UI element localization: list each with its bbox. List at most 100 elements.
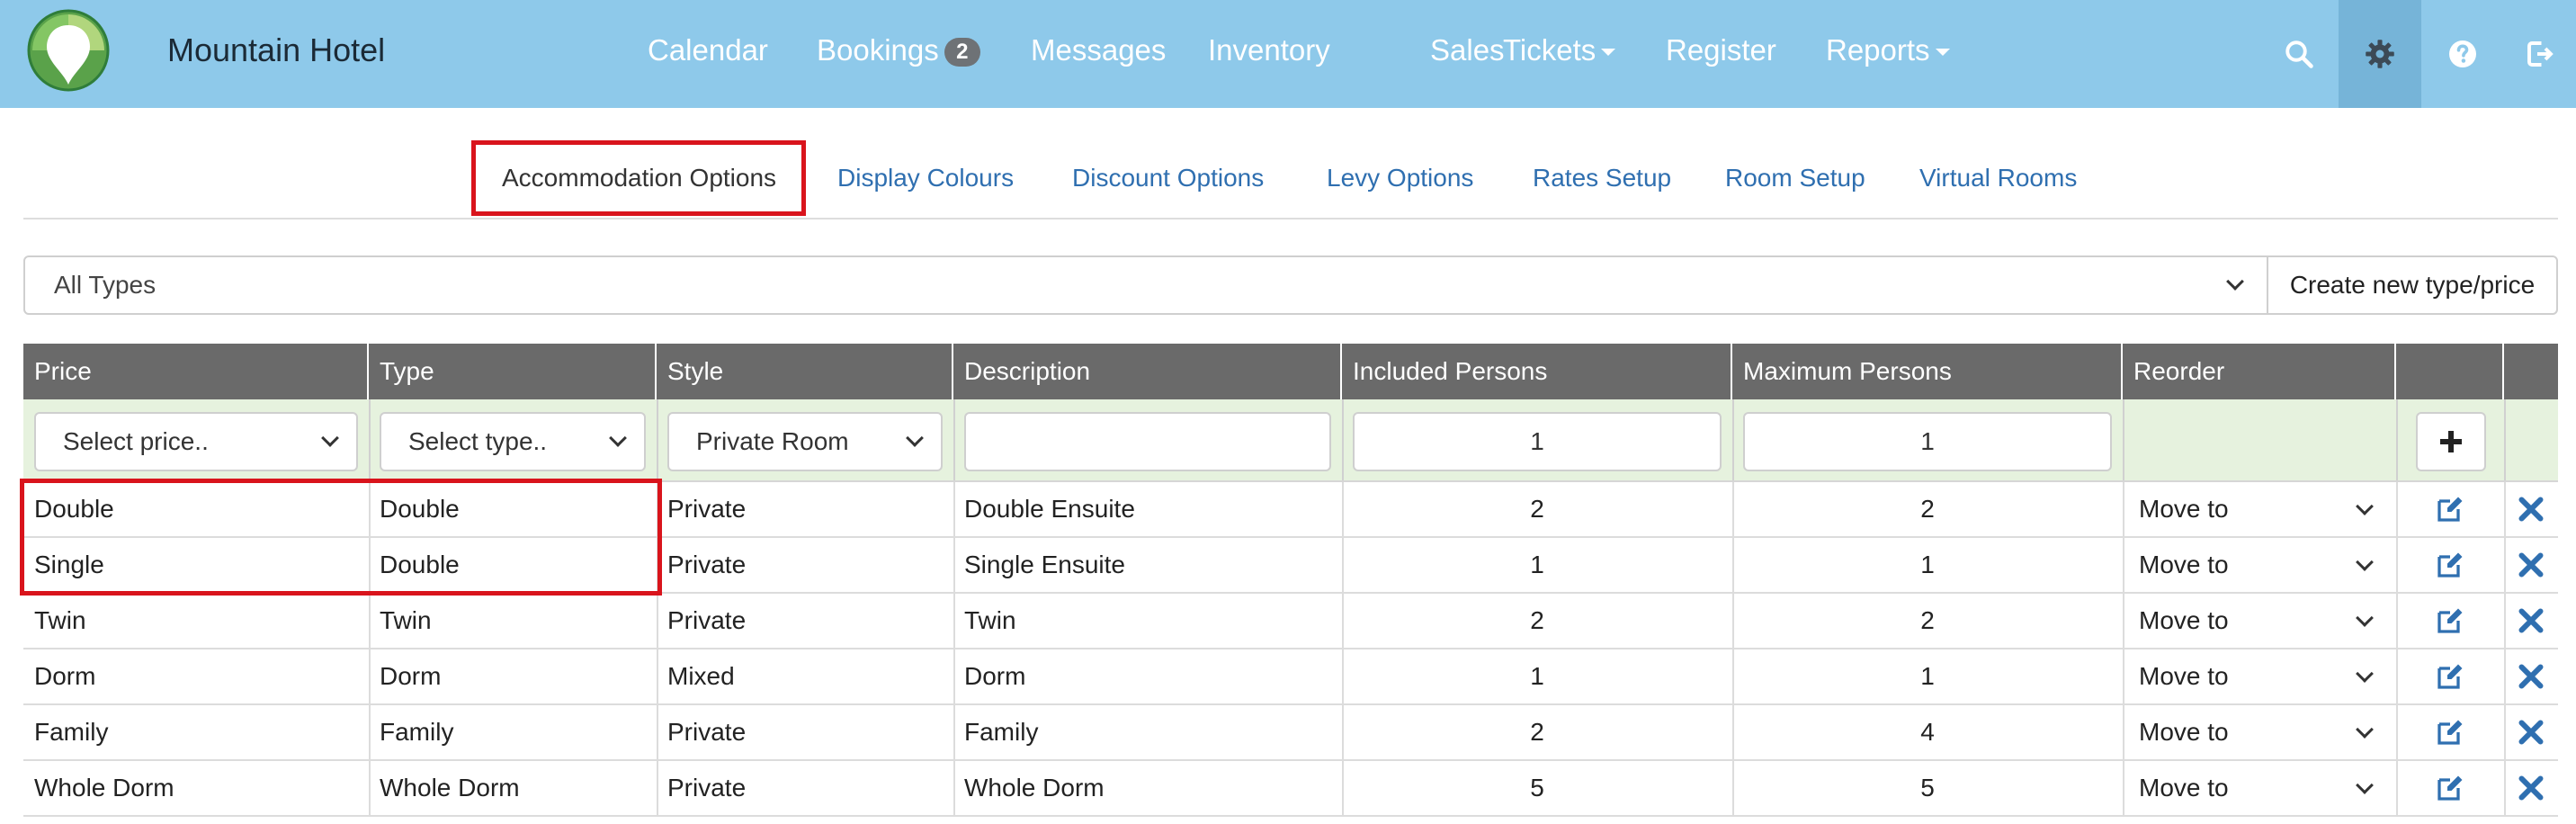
nav-inventory[interactable]: Inventory (1208, 27, 1330, 74)
plus-icon (2440, 431, 2462, 452)
cell-style: Private (667, 606, 747, 634)
included-persons-input[interactable]: 1 (1353, 412, 1722, 471)
maximum-persons-input[interactable]: 1 (1743, 412, 2112, 471)
logout-icon (2527, 41, 2554, 67)
nav-calendar[interactable]: Calendar (648, 27, 768, 74)
reorder-select[interactable]: Move to (2123, 482, 2396, 536)
delete-icon[interactable] (2515, 549, 2547, 581)
cell-included-persons: 1 (1530, 662, 1544, 690)
reorder-select[interactable]: Move to (2123, 594, 2396, 648)
settings-subtabs: Accommodation Options Display Colours Di… (23, 139, 2558, 219)
table-row: Family Family Private Family 2 4 Move to (23, 705, 2558, 761)
cell-included-persons: 2 (1530, 718, 1544, 746)
nav-messages[interactable]: Messages (1031, 27, 1166, 74)
cell-style: Private (667, 495, 747, 523)
cell-price: Double (34, 495, 114, 523)
brand-name[interactable]: Mountain Hotel (167, 31, 385, 70)
chevron-down-icon (2356, 776, 2374, 794)
edit-icon[interactable] (2434, 660, 2466, 693)
logout-button[interactable] (2504, 0, 2576, 108)
col-header-delete (2504, 344, 2558, 399)
settings-button[interactable] (2339, 0, 2421, 108)
gear-icon (2366, 40, 2394, 68)
table-row: Twin Twin Private Twin 2 2 Move to (23, 594, 2558, 649)
delete-icon[interactable] (2515, 493, 2547, 525)
table-row: Double Double Private Double Ensuite 2 2 Move … (23, 482, 2558, 538)
table-row: Single Double Private Single Ensuite 1 1 Move … (23, 538, 2558, 594)
type-select[interactable]: Select type.. (380, 412, 646, 471)
chevron-down-icon (2226, 273, 2244, 291)
table-row: Whole Dorm Whole Dorm Private Whole Dorm 5 5 M… (23, 761, 2558, 817)
help-button[interactable] (2421, 0, 2504, 108)
reorder-select[interactable]: Move to (2123, 761, 2396, 815)
tab-room-setup[interactable]: Room Setup (1725, 139, 1865, 218)
reorder-select[interactable]: Move to (2123, 538, 2396, 592)
reorder-select-value: Move to (2139, 774, 2229, 802)
edit-icon[interactable] (2434, 716, 2466, 748)
tab-levy-options[interactable]: Levy Options (1327, 139, 1473, 218)
nav-tickets[interactable]: Tickets (1503, 27, 1616, 74)
tab-rates-setup[interactable]: Rates Setup (1533, 139, 1671, 218)
nav-register[interactable]: Register (1666, 27, 1776, 74)
nav-sales[interactable]: Sales (1430, 27, 1505, 74)
style-select[interactable]: Private Room (667, 412, 943, 471)
cell-maximum-persons: 5 (1920, 774, 1935, 802)
chevron-down-icon (2356, 609, 2374, 627)
delete-icon[interactable] (2515, 716, 2547, 748)
chevron-down-icon (2356, 721, 2374, 739)
tab-accommodation-options[interactable]: Accommodation Options (502, 139, 776, 218)
help-icon (2449, 40, 2476, 67)
col-header-edit (2396, 344, 2504, 399)
nav-reports[interactable]: Reports (1826, 27, 1950, 74)
type-select-placeholder: Select type.. (408, 427, 548, 455)
col-header-maximum-persons: Maximum Persons (1732, 344, 2123, 399)
nav-tickets-label: Tickets (1503, 33, 1597, 67)
delete-icon[interactable] (2515, 772, 2547, 804)
edit-icon[interactable] (2434, 493, 2466, 525)
chevron-down-icon (2356, 553, 2374, 571)
cell-maximum-persons: 1 (1920, 662, 1935, 690)
delete-icon[interactable] (2515, 660, 2547, 693)
style-select-value: Private Room (696, 427, 849, 455)
cell-type: Family (380, 718, 454, 746)
cell-style: Mixed (667, 662, 735, 690)
edit-icon[interactable] (2434, 605, 2466, 637)
reorder-select[interactable]: Move to (2123, 705, 2396, 759)
cell-description: Whole Dorm (964, 774, 1105, 802)
edit-icon[interactable] (2434, 772, 2466, 804)
reorder-select-value: Move to (2139, 606, 2229, 634)
cell-maximum-persons: 2 (1920, 606, 1935, 634)
cell-style: Private (667, 718, 747, 746)
edit-icon[interactable] (2434, 549, 2466, 581)
cell-type: Dorm (380, 662, 442, 690)
description-input[interactable] (964, 412, 1331, 471)
cell-maximum-persons: 2 (1920, 495, 1935, 523)
cell-price: Twin (34, 606, 86, 634)
reorder-select[interactable]: Move to (2123, 649, 2396, 703)
chevron-down-icon (1601, 49, 1616, 57)
cell-price: Dorm (34, 662, 96, 690)
col-header-price: Price (23, 344, 369, 399)
nav-bookings[interactable]: Bookings 2 (817, 27, 980, 74)
bookings-count-badge: 2 (944, 38, 980, 67)
hotel-logo-icon[interactable] (27, 9, 110, 92)
delete-icon[interactable] (2515, 605, 2547, 637)
chevron-down-icon (609, 429, 627, 447)
add-row-button[interactable] (2416, 412, 2486, 471)
tab-display-colours[interactable]: Display Colours (837, 139, 1014, 218)
create-new-type-price-button[interactable]: Create new type/price (2267, 255, 2558, 315)
chevron-down-icon (321, 429, 339, 447)
search-button[interactable] (2258, 0, 2340, 108)
cell-type: Double (380, 495, 460, 523)
col-header-description: Description (953, 344, 1342, 399)
cell-style: Private (667, 551, 747, 578)
type-filter-select[interactable]: All Types (23, 255, 2268, 315)
col-header-reorder: Reorder (2123, 344, 2396, 399)
cell-price: Single (34, 551, 104, 578)
tab-virtual-rooms[interactable]: Virtual Rooms (1919, 139, 2077, 218)
price-select[interactable]: Select price.. (34, 412, 358, 471)
cell-included-persons: 2 (1530, 495, 1544, 523)
tab-discount-options[interactable]: Discount Options (1072, 139, 1264, 218)
type-filter-value: All Types (54, 271, 157, 299)
cell-price: Whole Dorm (34, 774, 174, 802)
